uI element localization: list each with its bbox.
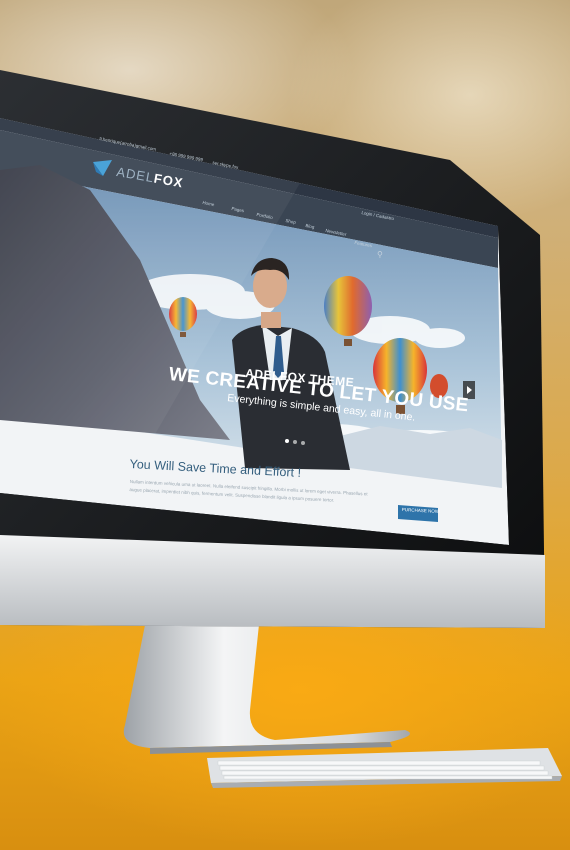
search-icon[interactable]: ⚲ [377, 250, 383, 259]
keyboard [207, 748, 562, 788]
scene [0, 70, 562, 788]
